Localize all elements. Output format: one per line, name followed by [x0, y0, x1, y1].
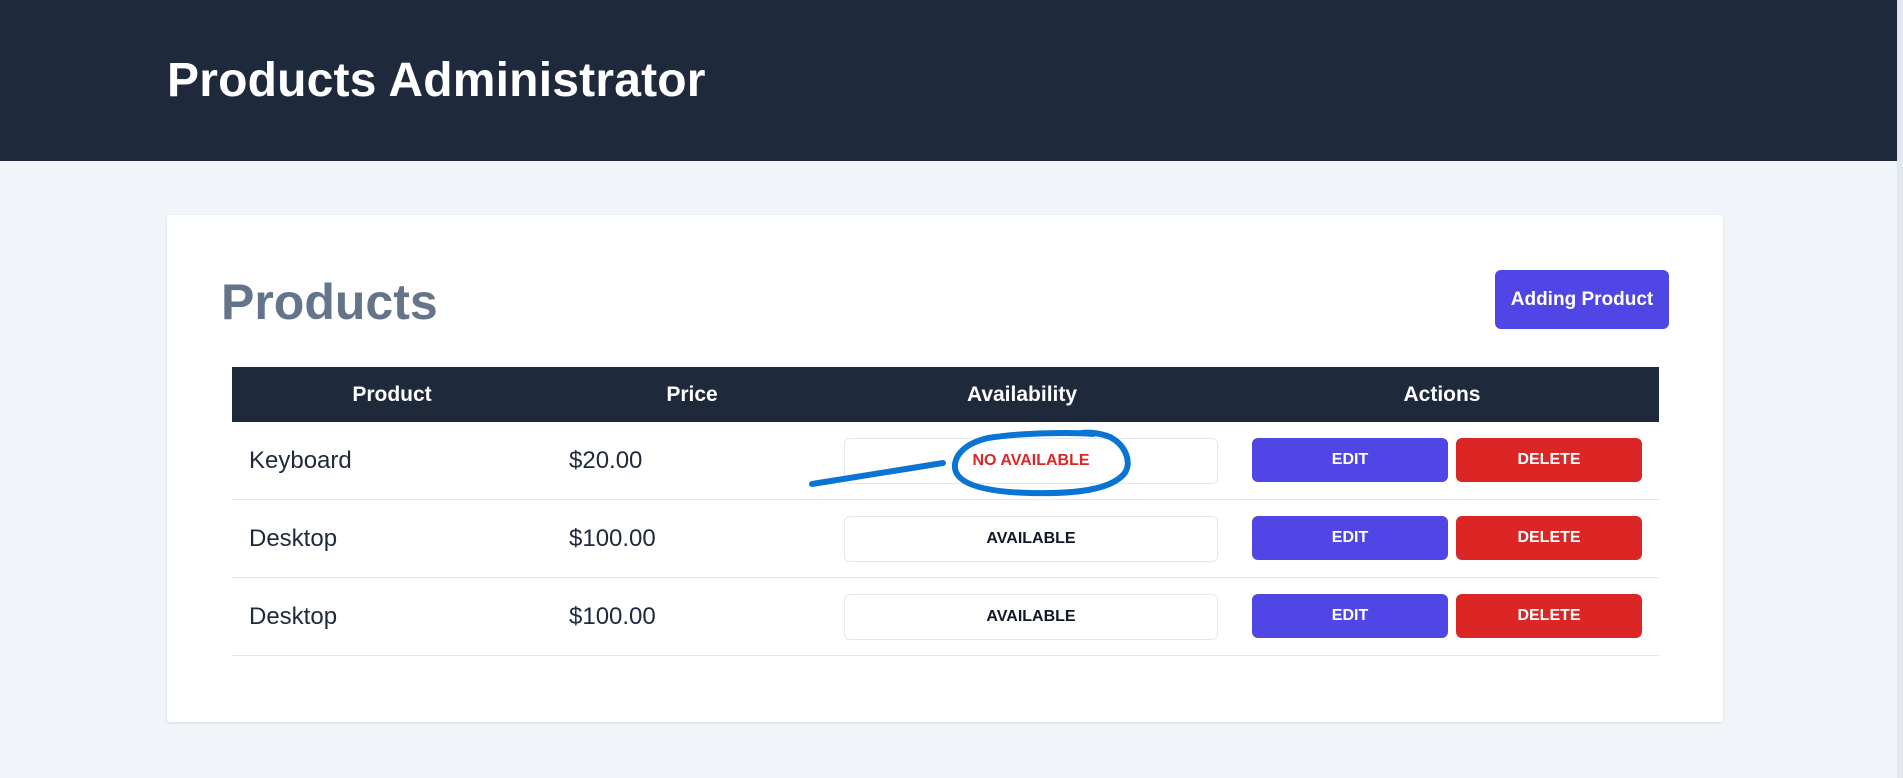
availability-toggle[interactable]: AVAILABLE [844, 594, 1218, 640]
edit-button[interactable]: EDIT [1252, 594, 1448, 638]
edit-button[interactable]: EDIT [1252, 438, 1448, 482]
product-name-cell: Keyboard [249, 447, 352, 474]
column-header-availability: Availability [966, 383, 1078, 406]
delete-button[interactable]: DELETE [1456, 594, 1642, 638]
column-header-product: Product [352, 383, 432, 406]
delete-button[interactable]: DELETE [1456, 516, 1642, 560]
app-header: Products Administrator [0, 0, 1897, 161]
availability-toggle[interactable]: AVAILABLE [844, 516, 1218, 562]
add-product-button[interactable]: Adding Product [1495, 270, 1669, 329]
product-price-cell: $100.00 [569, 603, 656, 630]
column-header-price: Price [666, 383, 718, 406]
availability-toggle[interactable]: NO AVAILABLE [844, 438, 1218, 484]
product-price-cell: $20.00 [569, 447, 643, 474]
products-table: Product Price Availability Actions Keybo… [232, 367, 1659, 656]
product-name-cell: Desktop [249, 525, 338, 552]
product-price-cell: $100.00 [569, 525, 656, 552]
column-header-actions: Actions [1403, 383, 1481, 406]
products-card: Products Adding Product Product Price Av… [167, 215, 1723, 722]
table-row: Desktop $100.00 AVAILABLE EDIT DELETE [232, 578, 1659, 656]
page-title: Products [221, 274, 438, 330]
delete-button[interactable]: DELETE [1456, 438, 1642, 482]
table-row: Keyboard $20.00 NO AVAILABLE EDIT DELETE [232, 422, 1659, 500]
product-name-cell: Desktop [249, 603, 338, 630]
app-title: Products Administrator [167, 54, 706, 107]
window-edge [1897, 0, 1903, 778]
table-header: Product Price Availability Actions [232, 367, 1659, 422]
table-row: Desktop $100.00 AVAILABLE EDIT DELETE [232, 500, 1659, 578]
edit-button[interactable]: EDIT [1252, 516, 1448, 560]
